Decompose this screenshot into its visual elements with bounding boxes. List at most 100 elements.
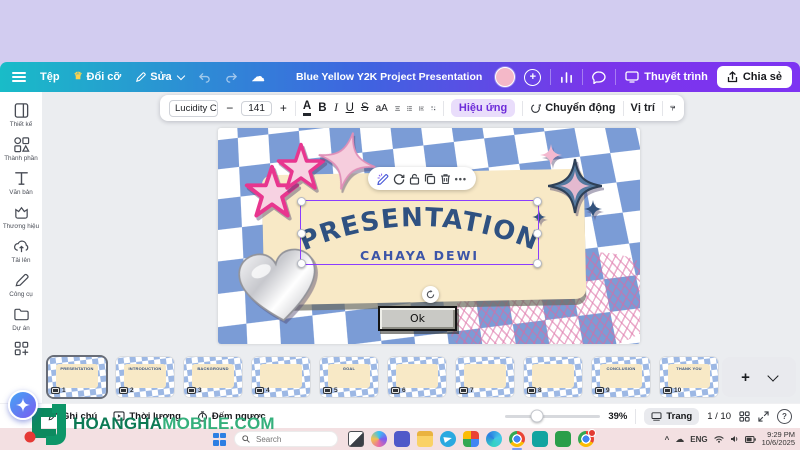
comment-count-badge[interactable]: 6 [391,387,406,394]
comment-count-badge[interactable]: 9 [595,387,610,394]
zoom-slider[interactable] [505,409,601,423]
comment-count-badge[interactable]: 5 [323,387,338,394]
teams-icon[interactable] [394,430,410,447]
slide-thumbnail[interactable]: 7 [456,357,514,397]
grid-view-icon[interactable] [739,410,750,422]
animate-button[interactable]: Chuyển động [530,102,616,114]
slide-thumbnail[interactable]: THANK YOU 10 [660,357,718,397]
telegram-icon[interactable] [440,430,456,447]
canva-assistant-button[interactable] [8,390,38,420]
chrome-profile-icon[interactable] [578,428,596,447]
file-explorer-icon[interactable] [417,430,433,447]
edit-menu[interactable]: Sửa [135,71,185,83]
quillbot-icon[interactable] [532,430,548,447]
avatar[interactable] [495,67,516,87]
comment-count-badge[interactable]: 4 [255,387,270,394]
font-size-decrease-button[interactable]: − [225,101,234,115]
countdown-button[interactable]: Đếm ngược [197,411,266,422]
strikethrough-button[interactable]: S [361,102,369,114]
comment-count-badge[interactable]: 2 [119,387,134,394]
chrome-icon[interactable] [509,430,525,450]
slide-thumbnail[interactable]: 8 [524,357,582,397]
slide-thumbnail[interactable]: CONCLUSION 9 [592,357,650,397]
more-options-icon[interactable]: ••• [455,174,467,184]
resize-menu[interactable]: ♛ Đổi cỡ [74,71,122,83]
fullscreen-icon[interactable] [758,410,769,422]
battery-icon[interactable] [744,435,756,443]
text-selection-box[interactable]: PRESENTATION CAHAYA DEWI [295,197,542,268]
slide-thumbnail[interactable]: 6 [388,357,446,397]
slide-subtitle-text[interactable]: CAHAYA DEWI [301,248,538,263]
sidebar-item-elements[interactable]: Thành phần [0,132,42,166]
slide-thumbnail[interactable]: BACKGROUND 3 [184,357,242,397]
start-button[interactable] [213,432,226,446]
position-button[interactable]: Vị trí [631,102,655,114]
help-button[interactable]: ? [777,408,792,424]
selection-handle[interactable] [533,228,542,238]
selection-handle[interactable] [297,228,306,238]
add-page-button[interactable]: + [741,369,750,386]
ok-button-graphic[interactable]: Ok [378,306,457,331]
collapse-filmstrip-icon[interactable] [767,369,779,382]
redo-icon[interactable] [225,71,238,84]
comment-count-badge[interactable]: 7 [459,387,474,394]
comment-count-badge[interactable]: 3 [187,387,202,394]
selection-handle[interactable] [297,197,306,206]
arched-title-text[interactable]: PRESENTATION [295,201,542,257]
alignment-button[interactable] [394,103,400,114]
comments-icon[interactable] [592,70,606,84]
spacing-button[interactable] [418,103,424,114]
insights-chart-icon[interactable] [560,71,573,84]
slide-page[interactable]: PRESENTATION CAHAYA DEWI ••• Ok [218,128,640,344]
lock-icon[interactable] [409,173,420,185]
transparency-button[interactable] [431,103,436,114]
page-view-button[interactable]: Trang [644,407,700,425]
selection-handle[interactable] [297,259,306,268]
comment-count-badge[interactable]: 8 [527,387,542,394]
onedrive-cloud-icon[interactable]: ☁ [675,434,684,445]
task-view-icon[interactable] [348,430,364,447]
green-app-icon[interactable] [555,430,571,447]
italic-button[interactable]: I [334,102,339,114]
animate-element-icon[interactable] [393,173,405,185]
font-family-select[interactable]: Lucidity Conden... [169,99,219,117]
tray-chevron-icon[interactable]: ^ [665,435,670,444]
list-button[interactable] [406,103,412,114]
duration-button[interactable]: Thời lượng [113,411,181,422]
search-input[interactable] [254,433,328,445]
comment-count-badge[interactable]: 10 [663,387,681,394]
text-color-button[interactable]: A [302,100,312,116]
selection-handle[interactable] [533,197,542,206]
trash-icon[interactable] [440,173,451,185]
clock[interactable]: 9:29 PM 10/6/2025 [762,430,795,448]
slide-thumbnail[interactable]: 4 [252,357,310,397]
document-title[interactable]: Blue Yellow Y2K Project Presentation [296,71,482,83]
bold-button[interactable]: B [318,102,326,114]
sidebar-item-design[interactable]: Thiết kế [0,98,42,132]
file-menu[interactable]: Tệp [40,71,60,83]
underline-button[interactable]: U [346,102,354,114]
language-indicator[interactable]: ENG [690,435,707,444]
font-size-increase-button[interactable]: + [279,101,288,115]
copy-style-button[interactable] [670,102,676,114]
slide-thumbnail[interactable]: PRESENTATION 1 [48,357,106,397]
sidebar-item-brand[interactable]: Thương hiệu [0,200,42,234]
share-button[interactable]: Chia sẻ [716,66,792,88]
hamburger-menu-icon[interactable] [12,71,26,83]
editor-canvas[interactable]: PRESENTATION CAHAYA DEWI ••• Ok PRESENTA… [42,92,800,403]
zoom-slider-knob[interactable] [530,409,544,423]
google-app-icon[interactable] [463,430,479,447]
text-case-button[interactable]: aA [376,103,388,114]
edge-icon[interactable] [486,430,502,447]
duplicate-icon[interactable] [424,173,436,185]
wifi-icon[interactable] [714,435,724,443]
comment-count-badge[interactable]: 1 [51,387,66,394]
undo-icon[interactable] [198,71,211,84]
rotate-handle[interactable] [422,286,439,303]
cloud-sync-icon[interactable]: ☁ [252,69,265,85]
selection-handle[interactable] [533,259,542,268]
effects-button[interactable]: Hiệu ứng [450,99,516,117]
notes-button[interactable]: Ghi chú [48,411,97,422]
sidebar-item-tools[interactable]: Công cụ [0,268,42,302]
copilot-icon[interactable] [371,430,387,447]
